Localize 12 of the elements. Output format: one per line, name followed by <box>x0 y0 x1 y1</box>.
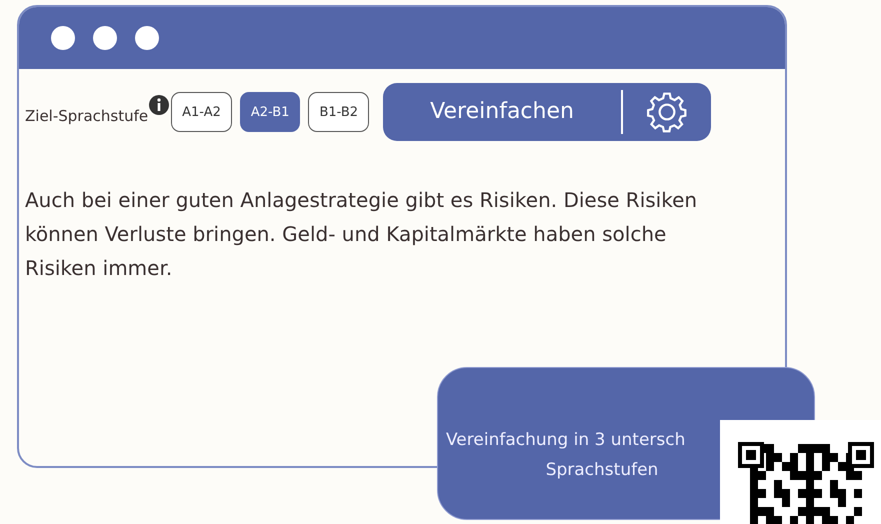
window-dot <box>93 26 117 50</box>
level-tab[interactable]: A1-A2 <box>171 92 232 132</box>
window-dot <box>51 26 75 50</box>
window-dot <box>135 26 159 50</box>
level-label: Ziel-Sprachstufe <box>25 107 148 125</box>
level-tab[interactable]: B1-B2 <box>308 92 370 132</box>
body-text: Auch bei einer guten Anlagestrategie gibt es Risiken. Diese Risiken können Verluste bringen. Geld- und Kapitalmärkte haben solche Risiken immer. <box>25 187 698 282</box>
info-icon[interactable] <box>149 95 170 115</box>
callout-text: Sprachstufen <box>546 458 660 482</box>
simplify-button[interactable]: Vereinfachen <box>383 83 712 141</box>
level-tab[interactable]: A2-B1 <box>240 92 300 132</box>
callout-text: Vereinfachung in 3 untersch <box>446 428 686 452</box>
